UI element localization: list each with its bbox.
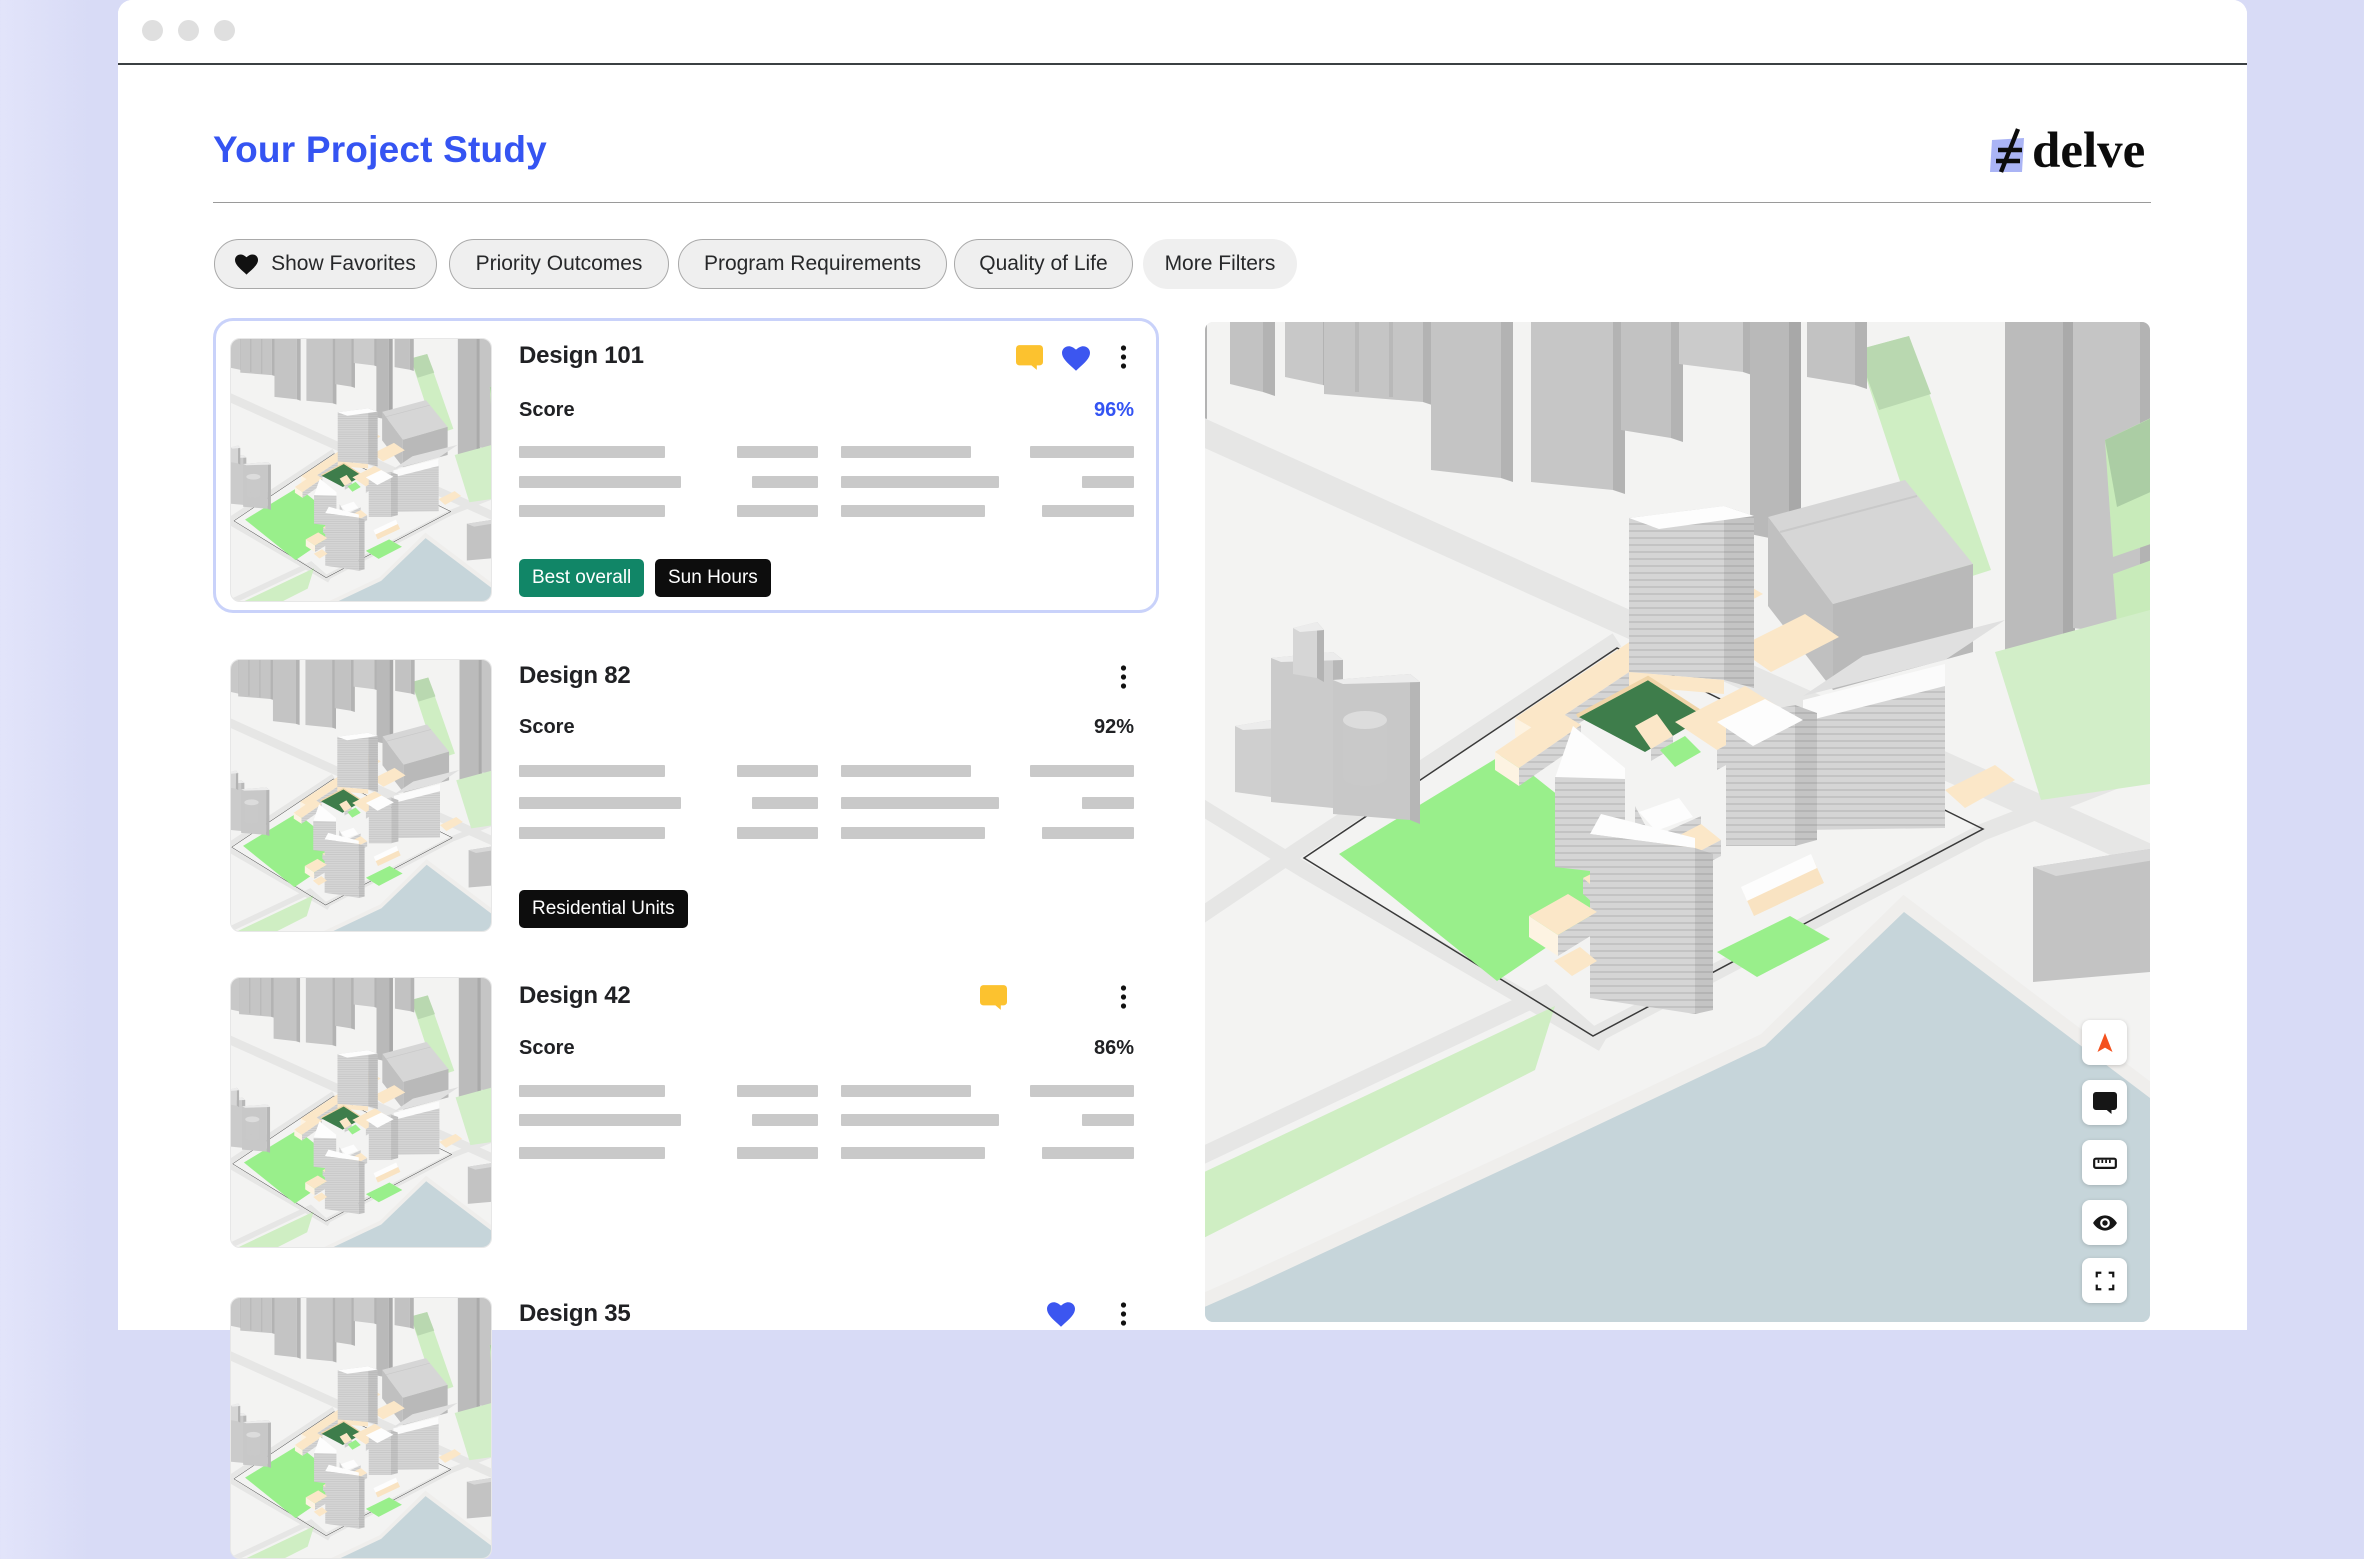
svg-text:delve: delve — [2032, 123, 2145, 179]
